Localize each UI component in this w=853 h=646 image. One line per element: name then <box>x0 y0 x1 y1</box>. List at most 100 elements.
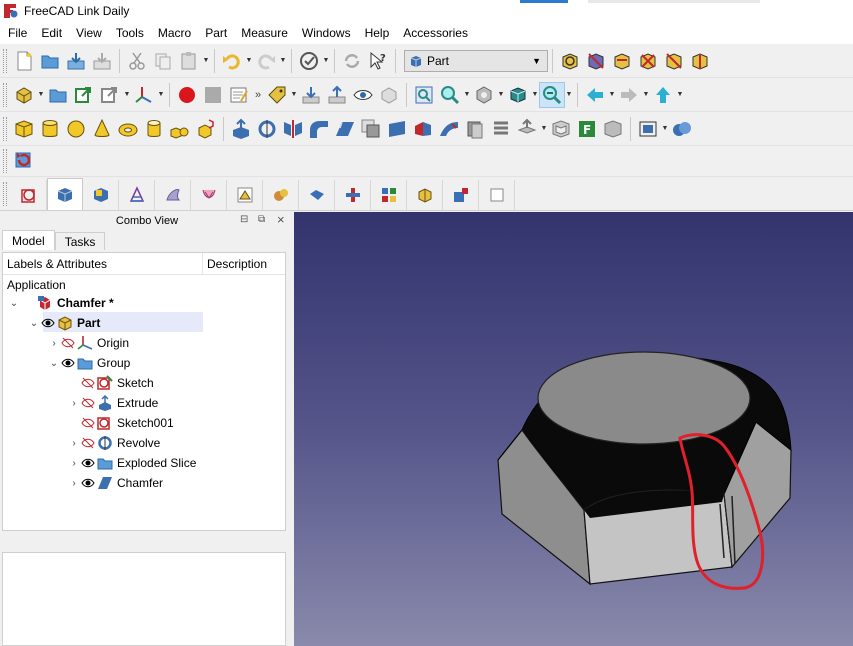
create-part-icon[interactable] <box>11 82 37 108</box>
cross-sections-icon[interactable] <box>488 116 514 142</box>
new-document-button[interactable] <box>11 48 37 74</box>
tab-sketcher-workbench[interactable] <box>11 180 47 210</box>
view-fit-all-icon[interactable] <box>557 48 583 74</box>
view-clip-icon[interactable] <box>687 48 713 74</box>
chevron-right-icon[interactable]: › <box>67 458 81 469</box>
toolbar-grip[interactable] <box>3 116 7 141</box>
menu-help[interactable]: Help <box>358 26 397 40</box>
chevron-down-icon[interactable]: ▼ <box>608 82 616 108</box>
zoom-selection-icon[interactable] <box>437 82 463 108</box>
zoom-in-icon[interactable] <box>539 81 565 108</box>
chevron-down-icon[interactable]: ▼ <box>676 82 684 108</box>
make-face-icon[interactable] <box>358 116 384 142</box>
menu-macro[interactable]: Macro <box>151 26 198 40</box>
sweep-icon[interactable] <box>436 116 462 142</box>
forward-arrow-icon[interactable] <box>616 82 642 108</box>
cut-icon[interactable] <box>124 48 150 74</box>
menu-file[interactable]: File <box>0 26 34 40</box>
cube-icon[interactable] <box>11 116 37 142</box>
section-icon[interactable] <box>462 116 488 142</box>
view-stereo-icon[interactable] <box>661 48 687 74</box>
chevron-down-icon[interactable]: ⌄ <box>7 298 21 309</box>
hidden-eye-icon[interactable] <box>61 337 75 349</box>
chevron-down-icon[interactable]: ▼ <box>290 82 298 108</box>
menu-edit[interactable]: Edit <box>34 26 69 40</box>
toolbar-overflow-icon[interactable]: » <box>252 89 264 101</box>
visible-eye-icon[interactable] <box>41 317 55 329</box>
eye-icon[interactable] <box>350 82 376 108</box>
chevron-down-icon[interactable]: ▼ <box>37 82 45 108</box>
visible-eye-icon[interactable] <box>81 477 95 489</box>
redo-icon[interactable] <box>253 48 279 74</box>
menu-windows[interactable]: Windows <box>295 26 358 40</box>
menu-measure[interactable]: Measure <box>234 26 295 40</box>
torus-icon[interactable] <box>115 116 141 142</box>
tab-surface-workbench[interactable] <box>155 180 191 210</box>
back-arrow-icon[interactable] <box>582 82 608 108</box>
copy-icon[interactable] <box>150 48 176 74</box>
chevron-down-icon[interactable]: ▼ <box>497 82 505 108</box>
hidden-eye-icon[interactable] <box>81 437 95 449</box>
tab-path-workbench[interactable] <box>443 180 479 210</box>
chevron-down-icon[interactable]: ▼ <box>540 116 548 142</box>
tree-item-extrude[interactable]: › Extrude <box>67 393 158 413</box>
chevron-down-icon[interactable]: ▼ <box>565 82 573 108</box>
chevron-right-icon[interactable]: › <box>67 398 81 409</box>
revolve-icon[interactable] <box>254 116 280 142</box>
tree-item-sketch[interactable]: Sketch <box>67 373 154 393</box>
chevron-right-icon[interactable]: › <box>47 338 61 349</box>
view-box-zoom-icon[interactable] <box>583 48 609 74</box>
restore-panel-icon[interactable]: ⧉ <box>258 214 265 225</box>
tab-openscad-workbench[interactable] <box>407 180 443 210</box>
chevron-down-icon[interactable]: ▼ <box>279 48 287 74</box>
chevron-down-icon[interactable]: ▼ <box>157 82 165 108</box>
menu-part[interactable]: Part <box>198 26 234 40</box>
compound-icon[interactable] <box>635 116 661 142</box>
tab-part-workbench[interactable] <box>47 178 83 210</box>
chevron-down-icon[interactable]: ▼ <box>531 82 539 108</box>
cylinder-icon[interactable] <box>37 116 63 142</box>
link-actions-icon[interactable] <box>97 82 123 108</box>
fillet-icon[interactable] <box>306 116 332 142</box>
macro-stop-icon[interactable] <box>200 82 226 108</box>
tab-tasks[interactable]: Tasks <box>54 232 106 250</box>
tab-draft-workbench[interactable] <box>119 180 155 210</box>
shape-builder-icon[interactable] <box>193 116 219 142</box>
tree-item-group[interactable]: ⌄ Group <box>47 353 131 373</box>
toolbar-grip[interactable] <box>3 48 7 73</box>
axis-cross-icon[interactable] <box>131 82 157 108</box>
loft-icon[interactable] <box>410 116 436 142</box>
macro-edit-icon[interactable] <box>226 82 252 108</box>
view-selection-icon[interactable] <box>609 48 635 74</box>
tree-item-chamfer-document[interactable]: ⌄ Chamfer * <box>7 293 114 313</box>
tree-item-chamfer[interactable]: › Chamfer <box>67 473 163 493</box>
toolbar-grip[interactable] <box>3 182 7 206</box>
extrude-icon[interactable] <box>228 116 254 142</box>
up-arrow-icon[interactable] <box>650 82 676 108</box>
chevron-down-icon[interactable]: ▼ <box>245 48 253 74</box>
create-group-icon[interactable] <box>45 82 71 108</box>
chamfer-icon[interactable] <box>332 116 358 142</box>
tab-model[interactable]: Model <box>2 230 55 250</box>
tab-partdesign-workbench[interactable] <box>83 180 119 210</box>
column-description[interactable]: Description <box>203 253 271 274</box>
menu-tools[interactable]: Tools <box>109 26 151 40</box>
chevron-down-icon[interactable]: ▼ <box>123 82 131 108</box>
tag-icon[interactable] <box>264 82 290 108</box>
offset-icon[interactable] <box>514 116 540 142</box>
paste-icon[interactable] <box>176 48 202 74</box>
save-as-button[interactable] <box>89 48 115 74</box>
zoom-fit-icon[interactable] <box>411 82 437 108</box>
visible-eye-icon[interactable] <box>61 357 75 369</box>
undo-icon[interactable] <box>219 48 245 74</box>
property-panel[interactable] <box>2 552 286 646</box>
menu-accessories[interactable]: Accessories <box>396 26 475 40</box>
macro-record-icon[interactable] <box>174 82 200 108</box>
draw-style-icon[interactable] <box>471 82 497 108</box>
tree-item-sketch001[interactable]: Sketch001 <box>67 413 174 433</box>
tree-item-origin[interactable]: › Origin <box>47 333 129 353</box>
tree-item-exploded-slice[interactable]: › Exploded Slice <box>67 453 196 473</box>
menu-view[interactable]: View <box>69 26 109 40</box>
chevron-down-icon[interactable]: ▼ <box>202 48 210 74</box>
tab-arch-workbench[interactable] <box>371 180 407 210</box>
